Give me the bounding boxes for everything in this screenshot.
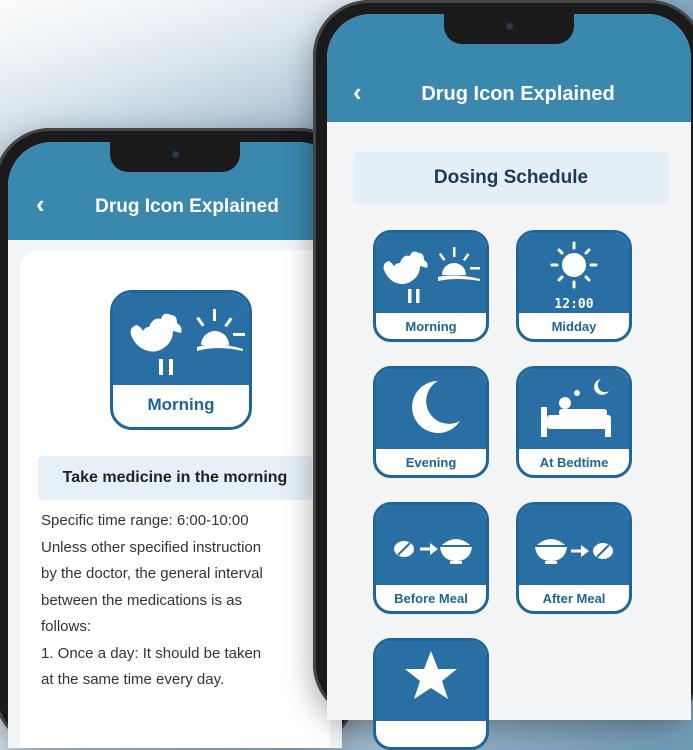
morning-icon-card: Morning xyxy=(110,290,252,430)
tile-before-meal[interactable]: Before Meal xyxy=(373,502,489,614)
tile-label: At Bedtime xyxy=(539,455,609,470)
pill-before-bowl-icon xyxy=(376,505,486,585)
page-title: Drug Icon Explained xyxy=(421,83,615,105)
tile-label: Midday xyxy=(551,319,597,334)
bed-sleep-icon xyxy=(519,369,629,449)
section-title: Dosing Schedule xyxy=(353,152,669,204)
description-heading: Take medicine in the morning xyxy=(38,456,312,500)
time-text: 12:00 xyxy=(554,297,593,312)
moon-icon xyxy=(376,369,486,449)
description-line: Specific time range: 6:00-10:00 xyxy=(41,512,249,529)
description-line: Unless other specified instruction xyxy=(41,538,262,556)
rooster-sunrise-icon xyxy=(376,233,486,313)
phone-left: ‹ Drug Icon Explained Morning Take medic… xyxy=(0,128,356,748)
tile-label: Before Meal xyxy=(394,591,468,606)
sun-clock-icon: 12:00 xyxy=(519,233,629,313)
description-line: by the doctor, the general interval xyxy=(41,565,263,582)
tile-evening[interactable]: Evening xyxy=(373,366,489,478)
camera-icon xyxy=(506,23,513,30)
bowl-before-pill-icon xyxy=(519,505,629,585)
screen-left: ‹ Drug Icon Explained Morning Take medic… xyxy=(8,142,342,748)
description-text: Specific time range: 6:00-10:00 Unless o… xyxy=(41,508,316,694)
tile-after-meal[interactable]: After Meal xyxy=(516,502,632,614)
camera-icon xyxy=(172,151,179,158)
tile-midday[interactable]: 12:00 Midday xyxy=(516,230,632,342)
rooster-sunrise-icon xyxy=(113,293,249,385)
description-line: at the same time every day. xyxy=(41,671,225,688)
phone-right: ‹ Drug Icon Explained Dosing Schedule Mo… xyxy=(313,0,693,750)
tile-label: After Meal xyxy=(542,591,606,606)
description-line: between the medications is as xyxy=(41,591,242,609)
icon-label: Morning xyxy=(147,395,215,414)
notch xyxy=(444,14,574,44)
detail-card: Morning Take medicine in the morning Spe… xyxy=(20,250,330,748)
description-line: follows: xyxy=(41,618,92,635)
screen-right: ‹ Drug Icon Explained xyxy=(327,14,691,720)
page-title: Drug Icon Explained xyxy=(95,196,279,217)
description-line: 1. Once a day: It should be taken xyxy=(41,644,262,662)
notch xyxy=(110,142,240,172)
tile-morning[interactable]: Morning xyxy=(373,230,489,342)
tile-star[interactable] xyxy=(373,638,489,750)
tile-at-bedtime[interactable]: At Bedtime xyxy=(516,366,632,478)
star-icon xyxy=(376,641,486,721)
tile-label: Morning xyxy=(405,319,457,334)
tile-label: Evening xyxy=(405,455,457,470)
